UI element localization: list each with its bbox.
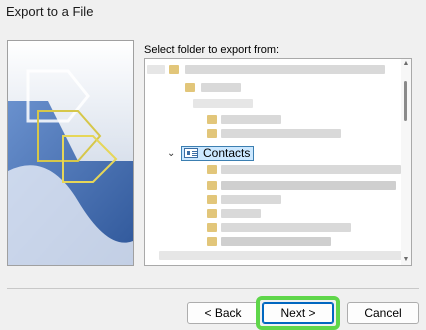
blurred-tree-item <box>221 129 341 138</box>
blurred-tree-item <box>221 165 401 174</box>
blurred-tree-item <box>221 209 261 218</box>
footer-divider <box>7 288 419 289</box>
blurred-tree-item <box>159 251 404 260</box>
scroll-thumb[interactable] <box>404 81 407 121</box>
blurred-tree-item <box>221 223 351 232</box>
folder-icon <box>207 223 217 232</box>
blurred-tree-item <box>221 181 396 190</box>
blurred-tree-item <box>221 195 281 204</box>
folder-icon <box>207 181 217 190</box>
folder-prompt-label: Select folder to export from: <box>144 44 280 56</box>
next-button[interactable]: Next > <box>262 302 334 324</box>
blurred-tree-item <box>185 65 385 74</box>
folder-icon <box>207 129 217 138</box>
blurred-tree-item <box>201 83 241 92</box>
folder-icon <box>207 195 217 204</box>
folder-icon <box>207 115 217 124</box>
selected-folder[interactable]: Contacts <box>181 145 255 161</box>
folder-icon <box>207 237 217 246</box>
blurred-tree-item <box>221 115 281 124</box>
dialog-title: Export to a File <box>6 4 94 19</box>
folder-icon <box>185 83 195 92</box>
folder-tree[interactable]: ⌄ Contacts ▲ ▼ <box>144 58 412 266</box>
folder-icon <box>207 165 217 174</box>
chevron-down-icon[interactable]: ⌄ <box>167 148 181 159</box>
selected-folder-label: Contacts <box>203 146 251 160</box>
vertical-scrollbar[interactable]: ▲ ▼ <box>401 59 411 265</box>
blurred-tree-item <box>221 237 331 246</box>
contacts-icon <box>184 148 198 158</box>
blurred-tree-item <box>147 65 165 74</box>
folder-icon <box>169 65 179 74</box>
scroll-down-arrow-icon[interactable]: ▼ <box>401 255 411 265</box>
folder-icon <box>207 209 217 218</box>
cancel-button[interactable]: Cancel <box>347 302 419 324</box>
wizard-banner-image <box>7 40 134 266</box>
back-button[interactable]: < Back <box>187 302 259 324</box>
tree-item-contacts[interactable]: ⌄ Contacts <box>167 145 255 161</box>
blurred-tree-item <box>193 99 253 108</box>
scroll-up-arrow-icon[interactable]: ▲ <box>401 59 411 69</box>
